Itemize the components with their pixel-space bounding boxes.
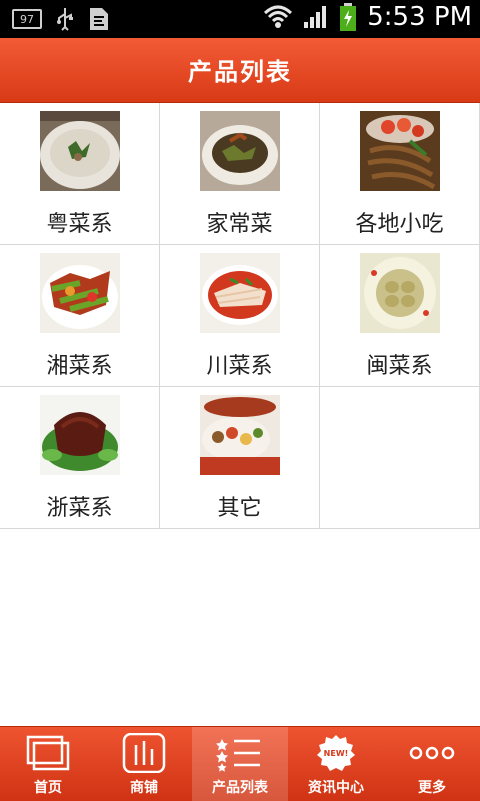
category-grid: 粤菜系 家常菜 各地小吃 湘菜系 川菜系 闽菜系 浙菜系 其它 [0, 103, 480, 529]
page-title: 产品列表 [188, 58, 292, 86]
category-label: 粤菜系 [46, 212, 113, 237]
bottom-tab-bar: 首页 商铺 产品列表 NEW! 资讯中心 更多 [0, 726, 480, 801]
category-label: 家常菜 [206, 212, 273, 237]
tab-label: 产品列表 [212, 780, 268, 796]
tab-shop[interactable]: 商铺 [96, 727, 192, 801]
category-sichuan[interactable]: 川菜系 [160, 245, 320, 386]
zhejiang-dish-image [40, 395, 120, 475]
category-home-style[interactable]: 家常菜 [160, 103, 320, 244]
tab-news[interactable]: NEW! 资讯中心 [288, 727, 384, 801]
category-label: 浙菜系 [46, 496, 113, 521]
empty-cell [320, 387, 480, 528]
tab-product-list[interactable]: 产品列表 [192, 727, 288, 801]
shop-bars-icon [122, 733, 166, 773]
home-style-dish-image [200, 111, 280, 191]
notification-badge: 97 [12, 9, 42, 29]
category-hunan[interactable]: 湘菜系 [0, 245, 160, 386]
new-badge-icon: NEW! [317, 735, 355, 771]
tab-label: 首页 [34, 780, 62, 796]
tab-label: 商铺 [130, 780, 158, 796]
pages-icon [26, 735, 70, 771]
usb-icon [57, 8, 73, 31]
category-label: 闽菜系 [366, 354, 433, 379]
clock: 5:53 PM [367, 2, 472, 32]
grid-row: 浙菜系 其它 [0, 387, 480, 529]
category-fujian[interactable]: 闽菜系 [320, 245, 480, 386]
category-cantonese[interactable]: 粤菜系 [0, 103, 160, 244]
category-zhejiang[interactable]: 浙菜系 [0, 387, 160, 528]
svg-text:NEW!: NEW! [324, 749, 349, 758]
wifi-icon [264, 5, 293, 28]
fujian-dish-image [360, 253, 440, 333]
category-local-snacks[interactable]: 各地小吃 [320, 103, 480, 244]
battery-icon [340, 3, 357, 31]
list-icon [216, 739, 260, 772]
tab-label: 更多 [418, 780, 446, 796]
category-other[interactable]: 其它 [160, 387, 320, 528]
more-dots-icon [409, 746, 455, 760]
status-bar: 97 5:53 PM [0, 0, 480, 38]
app-header: 产品列表 [0, 38, 480, 103]
tab-home[interactable]: 首页 [0, 727, 96, 801]
tab-more[interactable]: 更多 [384, 727, 480, 801]
hunan-dish-image [40, 253, 120, 333]
document-icon [90, 8, 108, 30]
grid-row: 粤菜系 家常菜 各地小吃 [0, 103, 480, 245]
local-snacks-image [360, 111, 440, 191]
sichuan-dish-image [200, 253, 280, 333]
category-label: 川菜系 [206, 354, 273, 379]
grid-row: 湘菜系 川菜系 闽菜系 [0, 245, 480, 387]
category-label: 各地小吃 [355, 212, 444, 237]
category-label: 湘菜系 [46, 354, 113, 379]
signal-icon [304, 6, 327, 28]
tab-label: 资讯中心 [308, 780, 364, 796]
category-label: 其它 [217, 496, 262, 521]
other-dishes-image [200, 395, 280, 475]
cantonese-dish-image [40, 111, 120, 191]
